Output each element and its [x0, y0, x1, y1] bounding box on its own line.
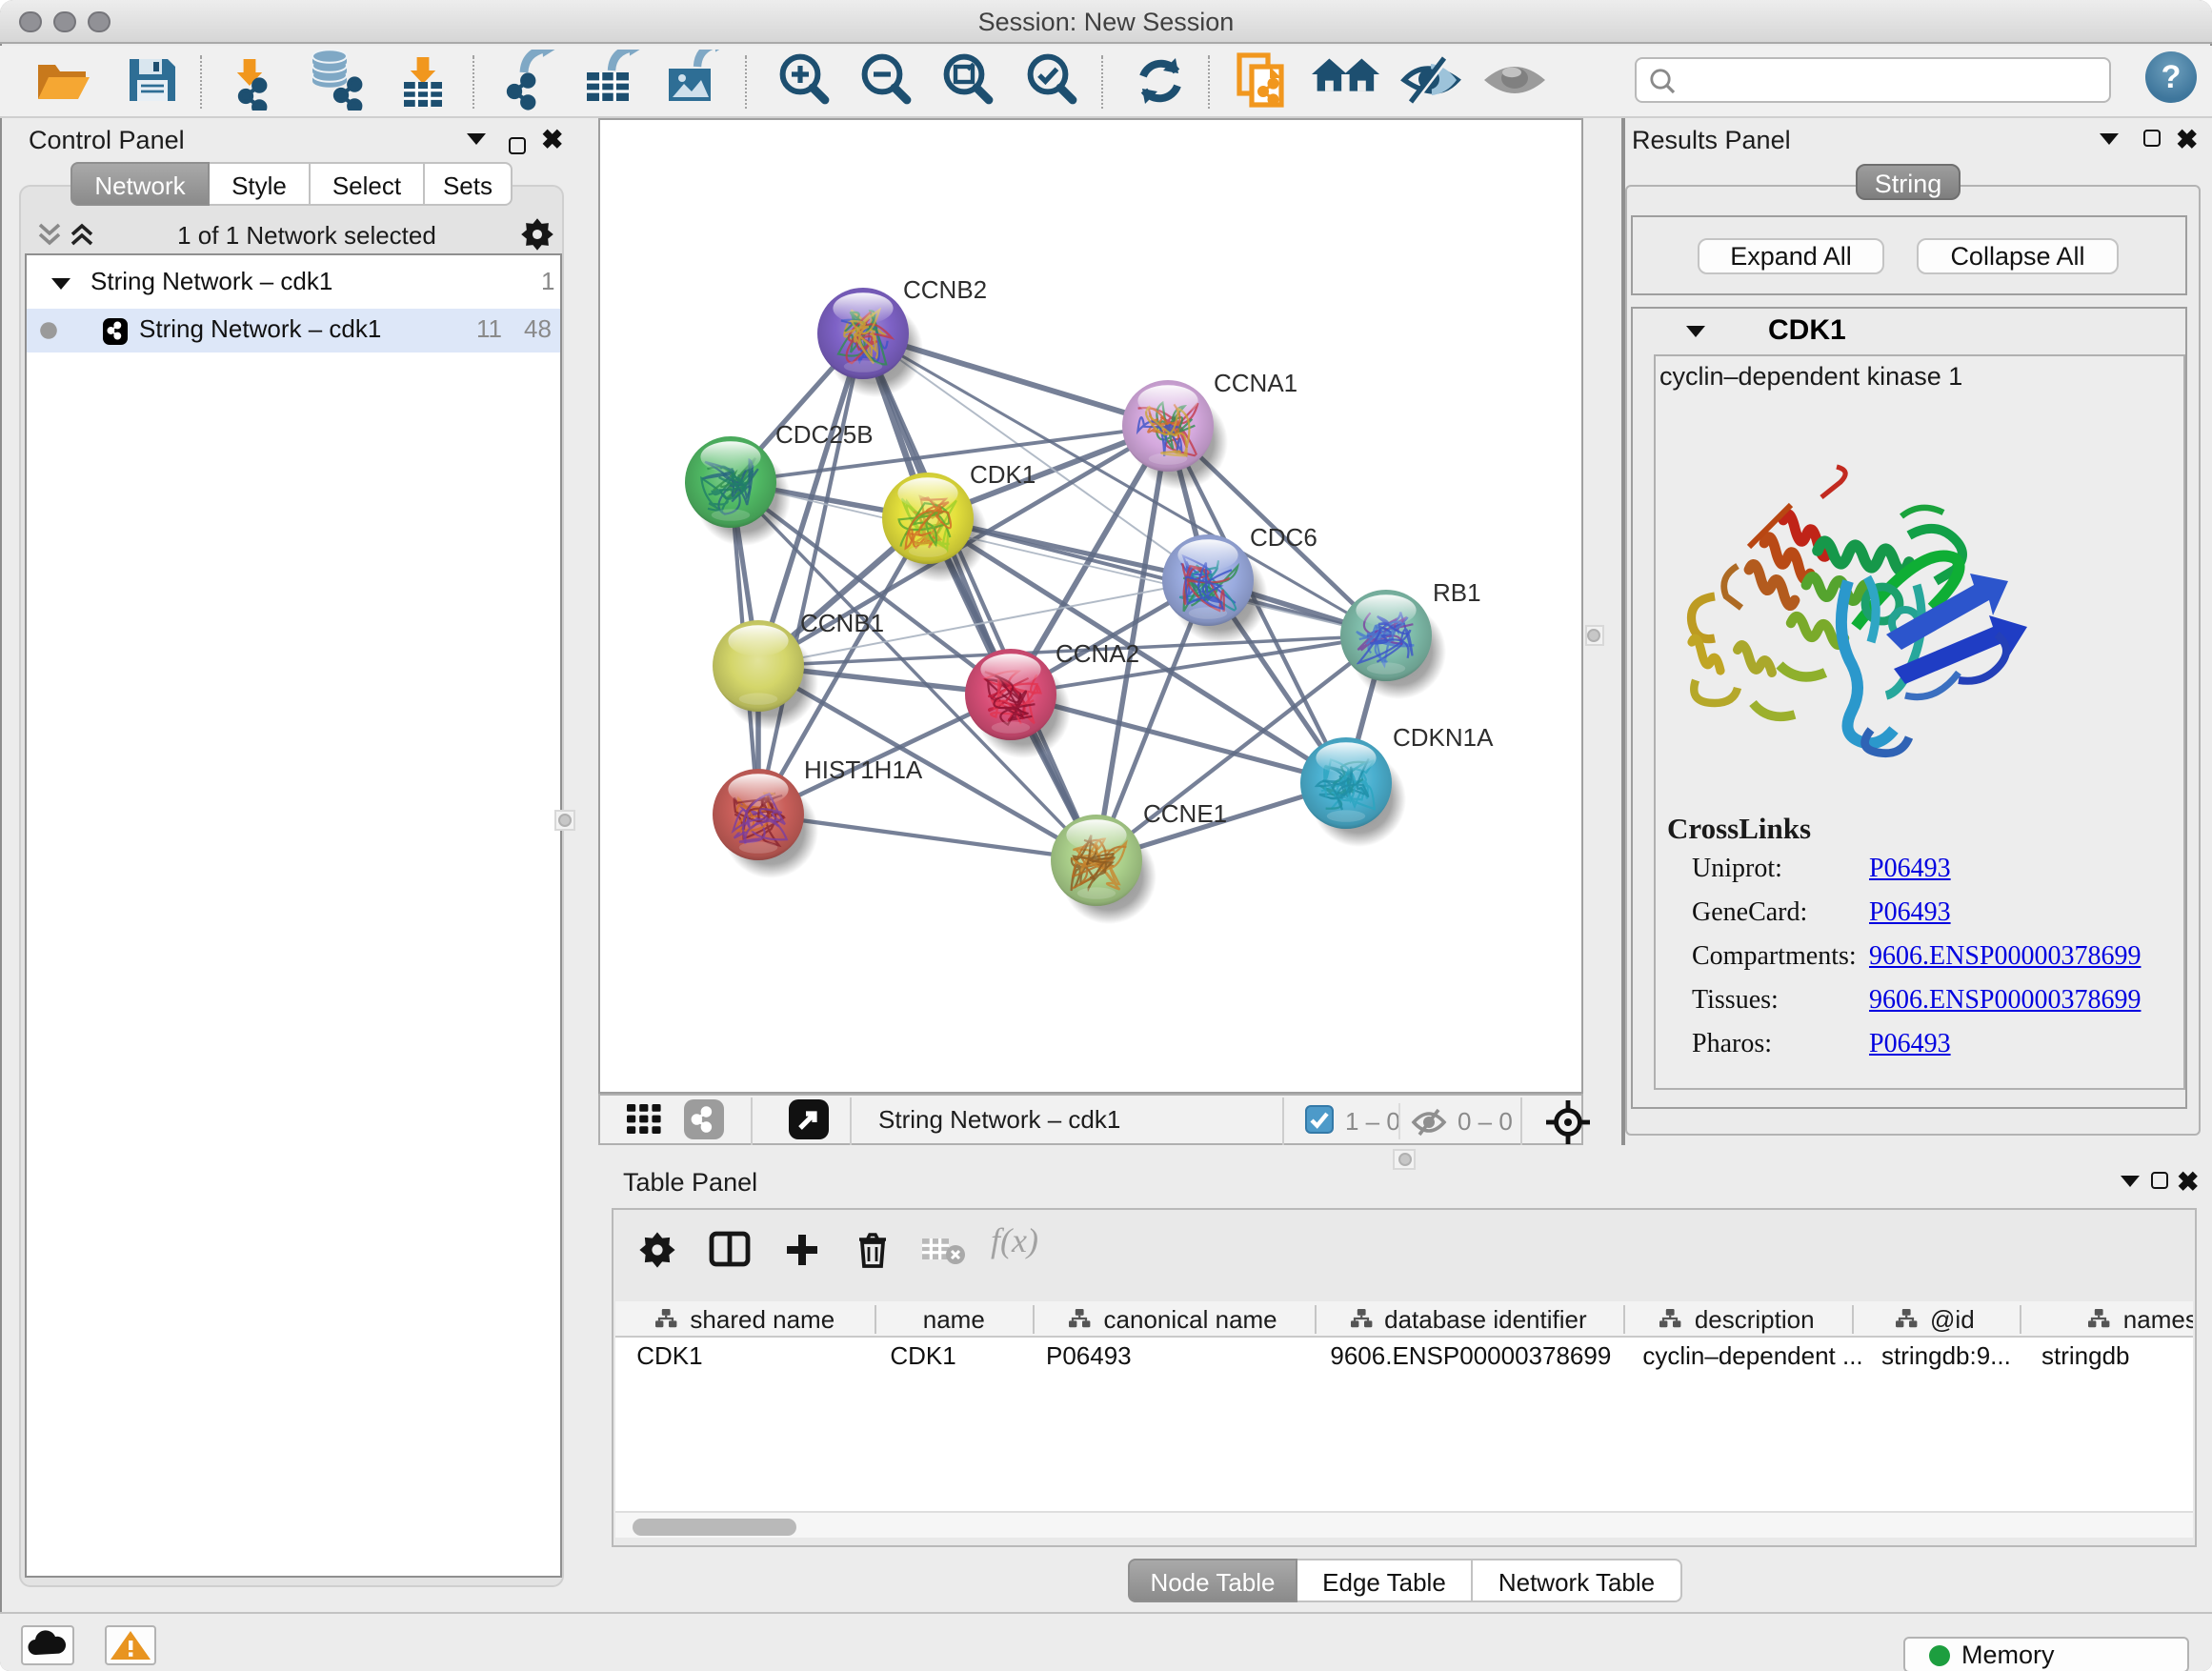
svg-text:CDK1: CDK1	[970, 460, 1036, 489]
svg-text:HIST1H1A: HIST1H1A	[804, 755, 923, 784]
svg-text:CCNA1: CCNA1	[1214, 369, 1297, 397]
svg-text:CCNA2: CCNA2	[1056, 639, 1139, 668]
svg-text:CDC25B: CDC25B	[775, 420, 874, 449]
svg-text:RB1: RB1	[1433, 578, 1481, 607]
svg-text:CDC6: CDC6	[1250, 523, 1317, 552]
svg-text:CCNB1: CCNB1	[800, 609, 884, 637]
svg-text:CCNB2: CCNB2	[903, 275, 987, 304]
svg-text:CCNE1: CCNE1	[1143, 799, 1227, 828]
svg-text:CDKN1A: CDKN1A	[1393, 723, 1494, 752]
